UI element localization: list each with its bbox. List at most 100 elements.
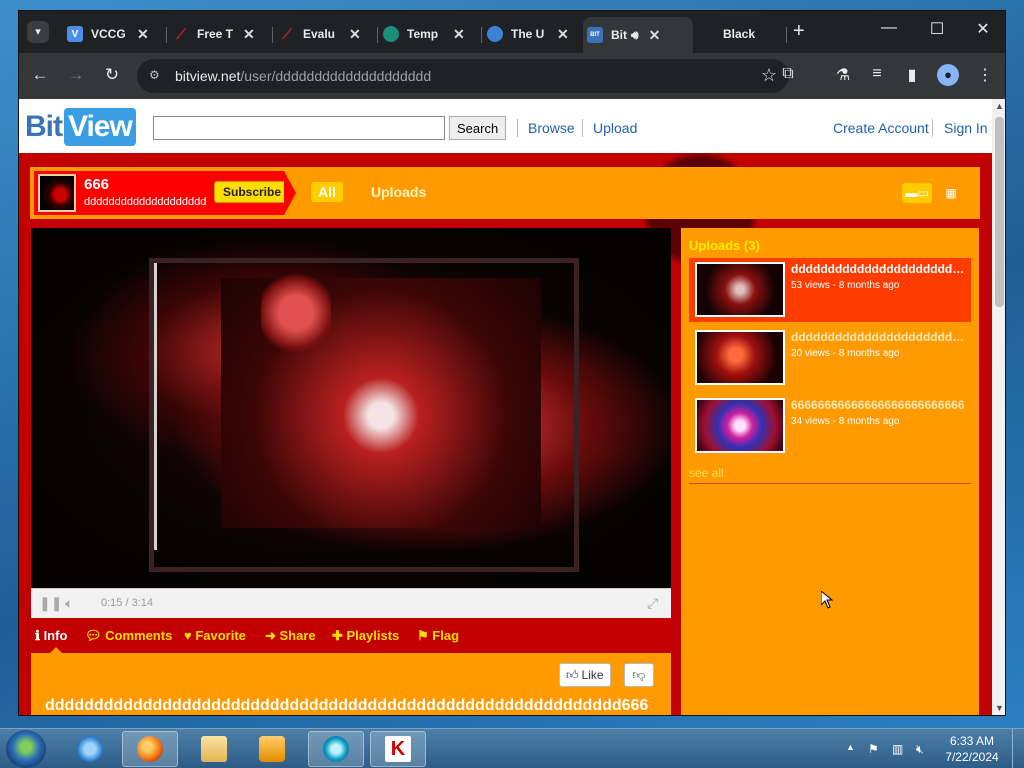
tab-comments[interactable]: 💬︎ Comments <box>85 628 172 644</box>
comment-icon: 💬︎ <box>85 628 106 643</box>
kaspersky-icon: K <box>385 736 411 762</box>
show-hidden-icons[interactable]: ▲ <box>846 742 855 752</box>
action-center-flag-icon[interactable]: ⚑ <box>868 742 879 756</box>
new-tab-button[interactable]: + <box>793 20 805 43</box>
sign-in-link[interactable]: Sign In <box>944 120 988 136</box>
bookmark-star-icon[interactable]: ☆ <box>761 65 777 86</box>
tab-search-icon[interactable]: ▾ <box>27 21 49 43</box>
channel-handle: dddddddddddddddddddd <box>84 196 207 208</box>
start-orb-icon[interactable] <box>6 730 46 768</box>
scroll-down-icon[interactable]: ▼ <box>992 703 1005 713</box>
taskbar-kaspersky[interactable]: K <box>370 731 426 767</box>
grid-view-icon[interactable]: ▦ <box>936 183 966 203</box>
network-icon[interactable]: ▥ <box>892 742 903 756</box>
close-window-icon[interactable]: ✕ <box>963 19 1003 39</box>
folder-icon <box>201 736 227 762</box>
close-tab-icon[interactable]: ✕ <box>349 26 361 43</box>
tab-label: Playlists <box>346 628 400 643</box>
taskbar-internet-explorer[interactable] <box>62 731 118 767</box>
vccg-favicon-icon: V <box>67 26 83 42</box>
tab-bitview[interactable]: BIT Bit 🔊︎ ✕ <box>583 17 693 53</box>
dislike-button[interactable]: 👎︎ <box>624 663 654 687</box>
fullscreen-icon[interactable]: ⤢ <box>647 595 658 612</box>
tab-title: The U <box>511 27 545 41</box>
taskbar-firefox[interactable] <box>122 731 178 767</box>
tab-free[interactable]: ⟋ Free T ✕ <box>169 19 265 49</box>
video-thumbnail[interactable] <box>695 262 785 317</box>
header-divider <box>932 119 933 137</box>
tab-black[interactable]: Black <box>695 19 785 49</box>
taskbar-chrome[interactable] <box>308 731 364 767</box>
browse-link[interactable]: Browse <box>528 120 575 136</box>
upload-title[interactable]: dddddddddddddddddddddddddd <box>791 330 967 344</box>
tab-share[interactable]: ➜ Share <box>265 628 316 644</box>
tab-flag[interactable]: ⚑ Flag <box>417 628 459 644</box>
thumbs-up-icon: 👍︎ <box>566 667 579 682</box>
back-icon[interactable]: ← <box>29 65 51 85</box>
video-thumbnail[interactable] <box>695 398 785 453</box>
scroll-thumb[interactable] <box>995 117 1004 307</box>
close-tab-icon[interactable]: ✕ <box>557 26 569 43</box>
show-desktop-button[interactable] <box>1012 729 1024 768</box>
close-tab-icon[interactable]: ✕ <box>243 26 255 43</box>
volume-icon[interactable]: 🔈︎ <box>65 595 73 612</box>
player-view-icon[interactable]: ▬▭ <box>902 183 932 203</box>
video-frame[interactable] <box>31 228 671 588</box>
side-panel-icon[interactable]: ▮ <box>900 65 924 85</box>
upload-list-item[interactable]: dddddddddddddddddddddddddd 53 views - 8 … <box>689 258 971 322</box>
scroll-up-icon[interactable]: ▲ <box>992 101 1005 111</box>
see-all-link[interactable]: see all <box>689 466 724 480</box>
video-player[interactable]: ❚❚ 🔈︎ 0:15 / 3:14 ⤢ <box>31 228 671 618</box>
site-info-icon[interactable]: ⚙ <box>149 68 160 82</box>
bitview-favicon-icon: BIT <box>587 27 603 43</box>
tab-divider <box>481 27 482 43</box>
minimize-icon[interactable]: — <box>869 19 909 37</box>
reload-icon[interactable]: ↻ <box>101 65 123 85</box>
tab-vccg[interactable]: V VCCG ✕ <box>63 19 159 49</box>
free-favicon-icon: ⟋ <box>176 25 186 42</box>
menu-kebab-icon[interactable]: ⋮ <box>973 65 997 85</box>
extensions-icon[interactable]: ⧉ <box>776 65 800 83</box>
site-search-input[interactable] <box>153 116 445 140</box>
firefox-icon <box>137 736 163 762</box>
bitview-logo[interactable]: Bit View <box>25 108 136 146</box>
address-bar[interactable]: ⚙ bitview.net/user/dddddddddddddddddddd … <box>137 59 789 93</box>
close-tab-icon[interactable]: ✕ <box>137 26 149 43</box>
taskbar-explorer[interactable] <box>186 731 242 767</box>
forward-icon[interactable]: → <box>65 65 87 85</box>
upload-link[interactable]: Upload <box>593 120 637 136</box>
volume-muted-icon[interactable]: 🔇︎ <box>916 742 924 757</box>
tab-all[interactable]: All <box>311 182 343 202</box>
tab-favorite[interactable]: ♥ Favorite <box>184 628 246 643</box>
tab-evaluation[interactable]: ⟋ Evalu ✕ <box>275 19 371 49</box>
labs-flask-icon[interactable]: ⚗ <box>831 65 855 85</box>
upload-meta: 53 views - 8 months ago <box>791 280 900 291</box>
media-control-icon[interactable]: ≡ <box>865 65 889 83</box>
upload-list-item[interactable]: dddddddddddddddddddddddddd 20 views - 8 … <box>689 326 971 390</box>
close-tab-icon[interactable]: ✕ <box>649 27 661 44</box>
upload-title[interactable]: dddddddddddddddddddddddddd <box>791 262 967 276</box>
subscribe-button[interactable]: Subscribe <box>214 181 291 203</box>
system-clock[interactable]: 6:33 AM 7/22/2024 <box>940 733 1004 765</box>
tab-temp[interactable]: Temp ✕ <box>379 19 475 49</box>
pause-icon[interactable]: ❚❚ <box>39 595 62 612</box>
close-tab-icon[interactable]: ✕ <box>453 26 465 43</box>
upload-title[interactable]: 66666666666666666666666666 <box>791 398 967 412</box>
create-account-link[interactable]: Create Account <box>833 120 929 136</box>
maximize-icon[interactable]: ☐ <box>917 19 957 39</box>
like-button[interactable]: 👍︎ Like <box>559 663 611 687</box>
page-viewport: Bit View Search Browse Upload Create Acc… <box>19 99 1005 715</box>
tab-playlists[interactable]: ✚ Playlists <box>332 628 399 644</box>
video-thumbnail[interactable] <box>695 330 785 385</box>
channel-name[interactable]: 666 <box>84 176 109 193</box>
profile-avatar-icon[interactable]: ● <box>937 64 959 86</box>
channel-avatar[interactable] <box>38 174 76 212</box>
page-scrollbar[interactable]: ▲ ▼ <box>992 99 1005 715</box>
tab-info[interactable]: ℹ Info <box>35 628 67 644</box>
speaker-icon[interactable]: 🔊︎ <box>631 28 639 43</box>
upload-list-item[interactable]: 66666666666666666666666666 34 views - 8 … <box>689 394 971 458</box>
tab-the-u[interactable]: The U ✕ <box>483 19 579 49</box>
tab-uploads[interactable]: Uploads <box>371 184 426 200</box>
taskbar-media-player[interactable] <box>244 731 300 767</box>
search-button[interactable]: Search <box>449 116 507 140</box>
